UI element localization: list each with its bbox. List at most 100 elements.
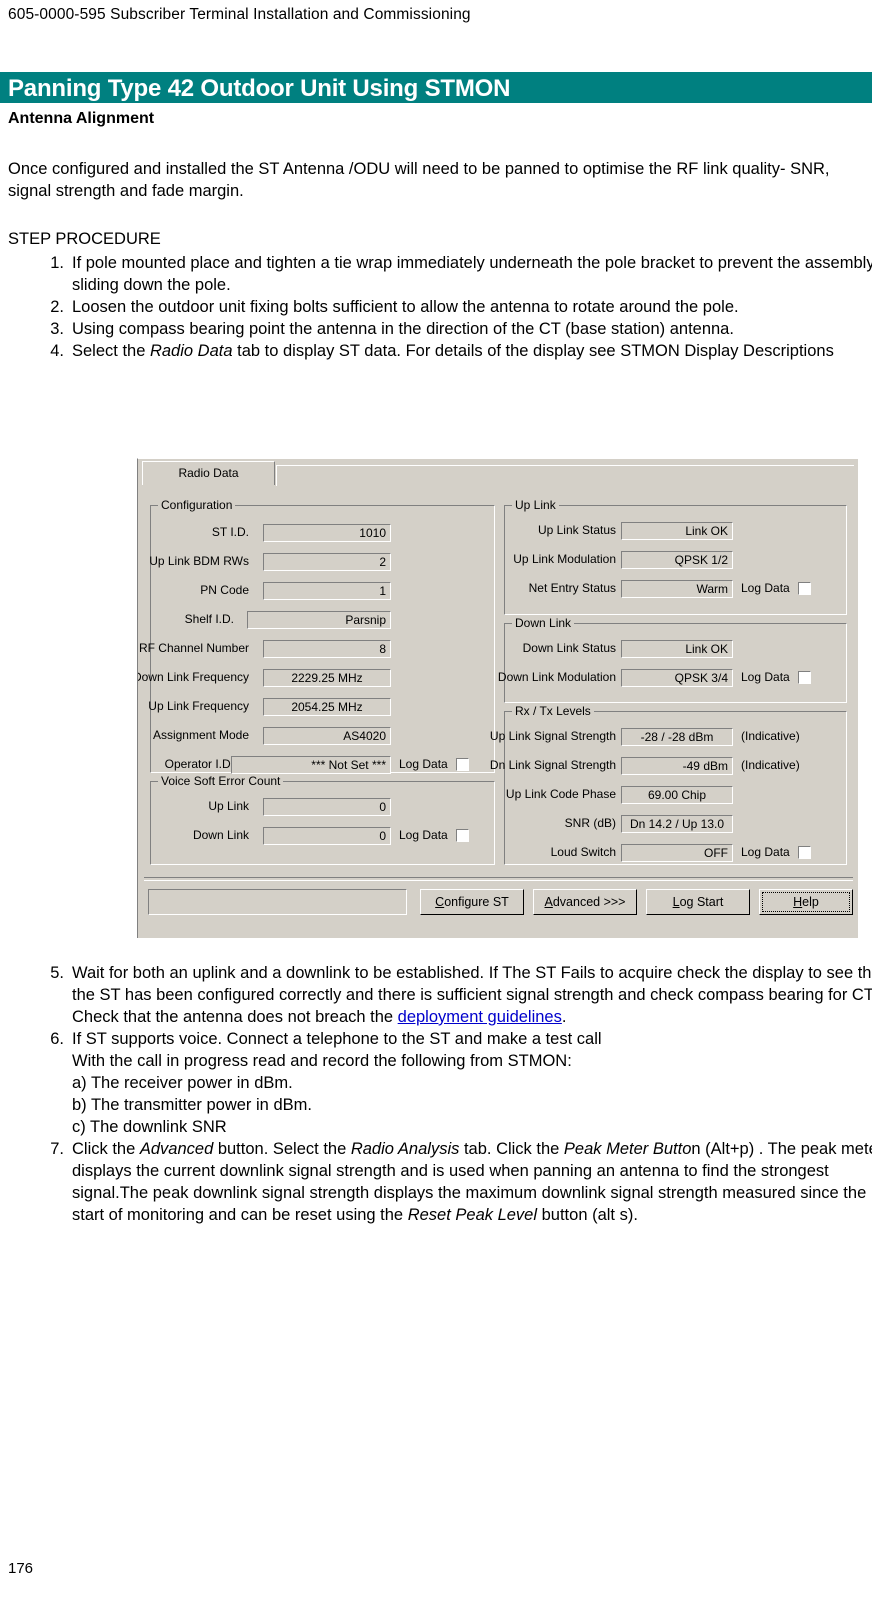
label-up-link-status: Up Link Status [537,523,616,537]
field-st-id[interactable]: 1010 [263,524,391,542]
label-st-id: ST I.D. [211,525,249,539]
sub-heading: Antenna Alignment [8,110,155,127]
step-number: 3. [50,320,64,338]
field-assignment-mode[interactable]: AS4020 [263,727,391,745]
label-dn-link-signal-strength: Dn Link Signal Strength [489,758,616,772]
field-snr-db[interactable]: Dn 14.2 / Up 13.0 [621,815,733,833]
group-configuration: Configuration ST I.D. 1010 Up Link BDM R… [138,498,495,774]
step-number: 5. [50,964,64,982]
checkbox-log-data-down-link[interactable] [798,671,811,684]
accel-advanced: A [544,895,553,909]
field-up-link-bdm-rws[interactable]: 2 [263,553,391,571]
label-up-link-modulation: Up Link Modulation [513,552,616,566]
field-down-link-modulation[interactable]: QPSK 3/4 [621,669,733,687]
field-up-link-signal-strength[interactable]: -28 / -28 dBm [621,728,733,746]
help-button[interactable]: Help [759,889,853,915]
checkbox-log-data-up-link[interactable] [798,582,811,595]
group-rx-tx-levels: Rx / Tx Levels Up Link Signal Strength -… [490,704,847,865]
group-title-rx-tx-levels: Rx / Tx Levels [512,704,594,718]
label-voice-down-link: Down Link [192,828,249,842]
label-log-data-down-link: Log Data [741,670,790,684]
advanced-button-label: dvanced >>> [552,895,626,909]
step-text-prefix: Select the [72,342,150,360]
field-dn-link-signal-strength[interactable]: -49 dBm [621,757,733,775]
steps-list-bottom: 5. Wait for both an uplink and a downlin… [0,962,872,1226]
label-down-link-modulation: Down Link Modulation [497,670,616,684]
status-field[interactable] [148,889,407,915]
stmon-radio-data-window[interactable]: Radio Data Configuration ST I.D. 1010 Up… [137,458,858,938]
label-voice-up-link: Up Link [208,799,249,813]
running-header: 605-0000-595 Subscriber Terminal Install… [8,6,471,23]
field-rf-channel-number[interactable]: 8 [263,640,391,658]
field-down-link-frequency[interactable]: 2229.25 MHz [263,669,391,687]
steps-list-top: 1. If pole mounted place and tighten a t… [0,252,872,362]
step5-text-suffix: . [561,1008,567,1026]
list-item: c) The downlink SNR [72,1118,227,1136]
label-log-data-voice: Log Data [399,828,448,842]
field-net-entry-status[interactable]: Warm [621,580,733,598]
focus-ring [762,892,850,912]
label-assignment-mode: Assignment Mode [152,728,249,742]
steps-heading: STEP PROCEDURE [8,230,161,248]
radio-data-tab-reference: Radio Data [149,342,233,360]
label-log-data-rx-tx: Log Data [741,845,790,859]
checkbox-log-data-operator-id[interactable] [456,758,469,771]
field-operator-id[interactable]: *** Not Set *** [231,756,391,774]
group-title-configuration: Configuration [158,498,236,512]
list-item: 6. If ST supports voice. Connect a telep… [50,1028,872,1138]
label-shelf-id: Shelf I.D. [184,612,234,626]
label-down-link-frequency: Down Link Frequency [137,670,249,684]
field-down-link-status[interactable]: Link OK [621,640,733,658]
step-number: 7. [50,1140,64,1158]
step7-p1: Click the [72,1140,140,1158]
step-number: 6. [50,1030,64,1048]
step-text: If pole mounted place and tighten a tie … [72,254,872,294]
deployment-guidelines-link[interactable]: deployment guidelines [398,1008,562,1026]
tab-radio-data[interactable]: Radio Data [142,461,275,485]
list-item: 1. If pole mounted place and tighten a t… [50,252,872,296]
field-voice-down-link[interactable]: 0 [263,827,391,845]
label-log-data-operator-id: Log Data [399,757,448,771]
field-shelf-id[interactable]: Parsnip [247,611,391,629]
field-loud-switch[interactable]: OFF [621,844,733,862]
group-up-link: Up Link Up Link Status Link OK Up Link M… [504,498,847,615]
accel-log-start: L [672,895,680,909]
group-down-link: Down Link Down Link Status Link OK Down … [498,616,847,703]
field-up-link-status[interactable]: Link OK [621,522,733,540]
step-text: Using compass bearing point the antenna … [72,320,734,338]
advanced-button[interactable]: Advanced >>> [533,889,637,915]
label-snr-db: SNR (dB) [564,816,616,830]
tab-strip-remainder [276,465,854,486]
field-up-link-frequency[interactable]: 2054.25 MHz [263,698,391,716]
suffix-dn-link-signal-strength: (Indicative) [741,758,800,772]
field-up-link-modulation[interactable]: QPSK 1/2 [621,551,733,569]
step-number: 2. [50,298,64,316]
checkbox-log-data-voice[interactable] [456,829,469,842]
step-text: Loosen the outdoor unit fixing bolts suf… [72,298,739,316]
step6-line1: If ST supports voice. Connect a telephon… [72,1030,602,1048]
step6-sub-list: a) The receiver power in dBm. b) The tra… [72,1072,872,1138]
label-up-link-frequency: Up Link Frequency [148,699,249,713]
list-item: 4. Select the Radio Data tab to display … [50,340,872,362]
page-title: Panning Type 42 Outdoor Unit Using STMON [8,75,511,102]
page-number: 176 [8,1560,34,1577]
log-start-button[interactable]: Log Start [646,889,750,915]
label-down-link-status: Down Link Status [522,641,616,655]
configure-st-button[interactable]: Configure ST [420,889,524,915]
tab-strip[interactable]: Radio Data [142,461,854,487]
label-net-entry-status: Net Entry Status [528,581,616,595]
label-log-data-up-link: Log Data [741,581,790,595]
field-up-link-code-phase[interactable]: 69.00 Chip [621,786,733,804]
group-title-down-link: Down Link [512,616,575,630]
field-pn-code[interactable]: 1 [263,582,391,600]
reset-peak-level-reference: Reset Peak Level [407,1206,538,1224]
label-up-link-code-phase: Up Link Code Phase [505,787,616,801]
radio-analysis-tab-reference: Radio Analysis [350,1140,460,1158]
suffix-up-link-signal-strength: (Indicative) [741,729,800,743]
section-title-band: Panning Type 42 Outdoor Unit Using STMON [0,72,872,103]
group-voice-soft-error-count: Voice Soft Error Count Up Link 0 Down Li… [150,774,495,865]
list-item: 2. Loosen the outdoor unit fixing bolts … [50,296,872,318]
checkbox-log-data-rx-tx[interactable] [798,846,811,859]
list-item: 3. Using compass bearing point the anten… [50,318,872,340]
field-voice-up-link[interactable]: 0 [263,798,391,816]
